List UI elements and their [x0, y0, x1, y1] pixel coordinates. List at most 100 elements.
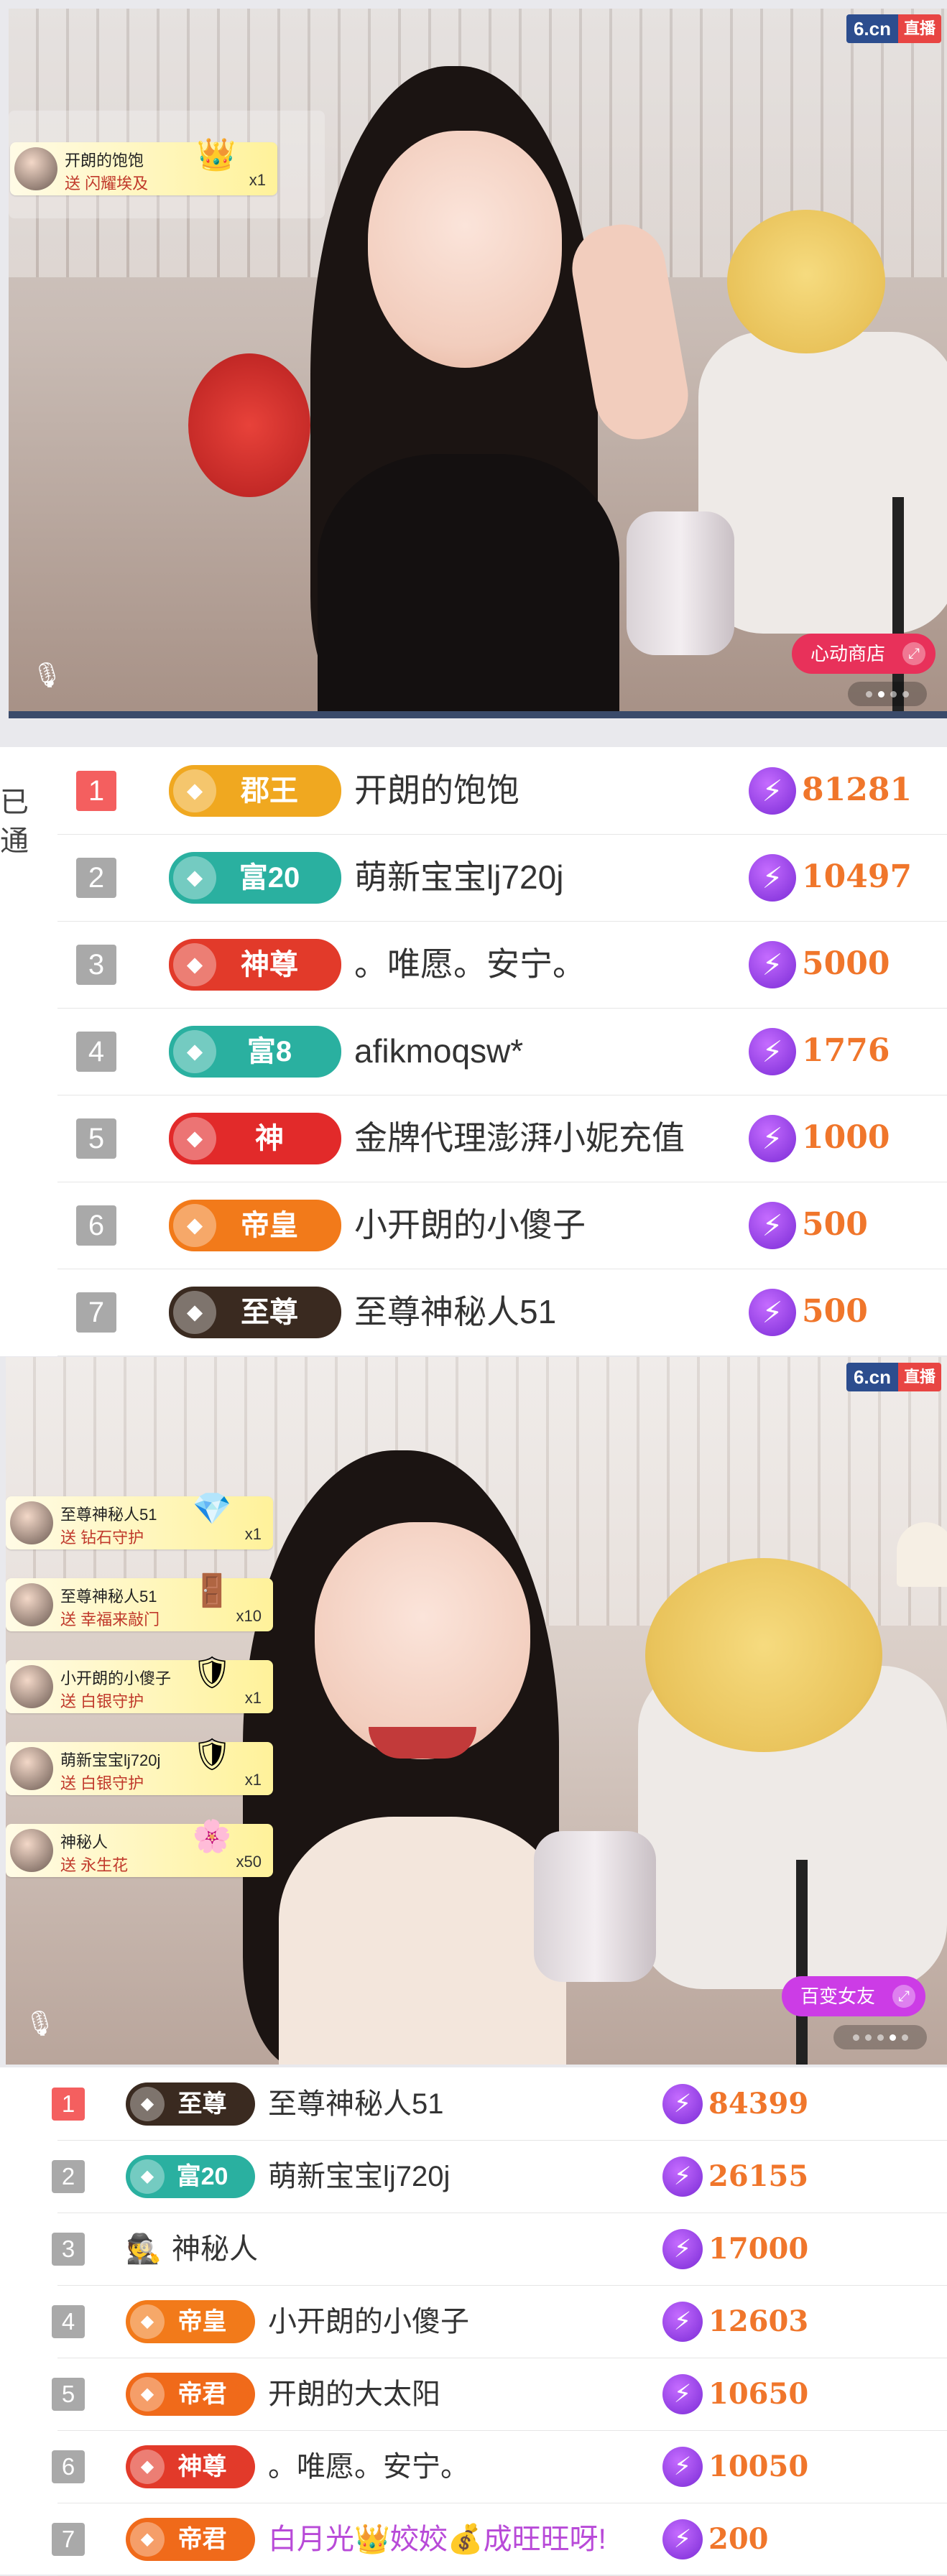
carousel-dot[interactable] [890, 690, 897, 698]
badge-label: 富8 [246, 1035, 292, 1067]
level-badge: ◆ 富20 [169, 851, 341, 904]
rank-number: 7 [76, 1292, 116, 1333]
rank-number: 7 [52, 2522, 85, 2556]
carousel-dot[interactable] [902, 690, 909, 698]
username[interactable]: 金牌代理澎湃小妮充值 [354, 1118, 685, 1158]
ranking-row[interactable]: 3 🕵 神秘人 ⚡ 17000 [52, 2213, 947, 2286]
ranking-row[interactable]: 4 ◆ 帝皇 小开朗的小傻子 ⚡ 12603 [52, 2285, 947, 2358]
shop-button[interactable]: 心动商店 ⤢ [791, 634, 936, 674]
gift-name: 送 闪耀埃及 [65, 175, 149, 193]
badge-emblem-icon: ◆ [130, 2449, 165, 2484]
gift-notice: 至尊神秘人51 送 幸福来敲门 🚪 x10 [6, 1573, 273, 1631]
badge-emblem-icon: ◆ [173, 1290, 216, 1334]
username[interactable]: 开朗的大太阳 [268, 2377, 440, 2411]
badge-label: 神 [255, 1122, 284, 1154]
mystery-user-icon: 🕵 [126, 2233, 162, 2265]
level-badge: ◆ 帝君 [126, 2372, 255, 2416]
carousel-dot[interactable] [852, 2034, 859, 2041]
carousel-dot[interactable] [866, 690, 872, 698]
badge-label: 帝皇 [241, 1209, 298, 1241]
avatar [10, 1501, 53, 1544]
badge-label: 神尊 [177, 2452, 227, 2480]
username[interactable]: 。唯愿。安宁。 [268, 2450, 469, 2484]
gift-name: 送 白银守护 [60, 1692, 144, 1710]
gift-notice: 至尊神秘人51 送 钻石守护 💎 x1 [6, 1491, 273, 1549]
microphone-icon[interactable]: 🎙 [24, 2009, 55, 2042]
ranking-row[interactable]: 7 ◆ 至尊 至尊神秘人51 ⚡ 500 [57, 1269, 947, 1356]
contribution-score: 26155 [708, 2159, 809, 2193]
shop-button-label: 心动商店 [810, 643, 885, 664]
username[interactable]: 至尊神秘人51 [354, 1292, 556, 1332]
username[interactable]: 白月光👑姣姣💰成旺旺呀! [268, 2522, 606, 2557]
level-badge: ◆ 郡王 [169, 764, 341, 817]
badge-emblem-icon: ◆ [130, 2304, 165, 2339]
lightning-icon: ⚡ [749, 1288, 796, 1336]
contribution-score: 10050 [708, 2449, 809, 2483]
lamp [897, 1522, 947, 1587]
badge-emblem-icon: ◆ [173, 942, 216, 986]
rank-number: 5 [76, 1118, 116, 1159]
username[interactable]: 至尊神秘人51 [268, 2087, 444, 2121]
red-plush-toy [188, 353, 310, 497]
rank-number: 1 [76, 770, 116, 811]
left-edge-char: 已 [0, 787, 29, 818]
username[interactable]: 开朗的饱饱 [354, 771, 519, 810]
microphone-icon[interactable]: 🎙 [32, 661, 63, 694]
ranking-row[interactable]: 2 ◆ 富20 萌新宝宝lj720j ⚡ 26155 [52, 2140, 947, 2213]
username[interactable]: 神秘人 [172, 2232, 258, 2266]
carousel-dots[interactable] [848, 682, 927, 706]
flower-gift-icon: 🌸 [192, 1819, 232, 1854]
gift-count: x50 [236, 1853, 262, 1871]
host-face [368, 131, 562, 368]
carousel-dot[interactable] [864, 2034, 872, 2041]
carousel-dot[interactable] [901, 2034, 908, 2041]
badge-label: 至尊 [177, 2090, 227, 2118]
lightning-icon: ⚡ [662, 2446, 703, 2487]
lightning-icon: ⚡ [662, 2301, 703, 2342]
rank-number: 5 [52, 2377, 85, 2411]
rank-number: 4 [52, 2304, 85, 2338]
carousel-dot[interactable] [877, 2034, 884, 2041]
ranking-row[interactable]: 6 ◆ 帝皇 小开朗的小傻子 ⚡ 500 [57, 1182, 947, 1269]
username[interactable]: afikmoqsw* [354, 1032, 523, 1071]
teddy-bear [645, 1558, 882, 1752]
contribution-score: 12603 [708, 2304, 809, 2338]
live-video-bottom[interactable]: 6.cn 直播 至尊神秘人51 送 钻石守护 💎 x1 至尊神秘人51 送 幸福来敲门 🚪 x… [6, 1357, 947, 2065]
username[interactable]: 小开朗的小傻子 [354, 1205, 586, 1245]
username[interactable]: 萌新宝宝lj720j [354, 858, 563, 897]
sofa [698, 332, 947, 634]
ranking-row[interactable]: 6 ◆ 神尊 。唯愿。安宁。 ⚡ 10050 [52, 2430, 947, 2503]
gift-name: 送 永生花 [60, 1856, 129, 1874]
shop-button[interactable]: 百变女友 ⤢ [781, 1976, 925, 2016]
carousel-dot[interactable] [878, 690, 884, 698]
username[interactable]: 萌新宝宝lj720j [268, 2159, 450, 2194]
gift-count: x1 [244, 1689, 262, 1707]
ranking-row[interactable]: 2 ◆ 富20 萌新宝宝lj720j ⚡ 10497 [57, 834, 947, 922]
gift-sender-name: 小开朗的小傻子 [60, 1669, 172, 1687]
contribution-score: 5000 [802, 945, 890, 983]
rank-number: 6 [76, 1205, 116, 1246]
badge-emblem-icon: ◆ [173, 1203, 216, 1247]
ranking-row[interactable]: 3 ◆ 神尊 。唯愿。安宁。 ⚡ 5000 [57, 921, 947, 1009]
contribution-score: 1000 [802, 1119, 890, 1157]
username[interactable]: 。唯愿。安宁。 [354, 945, 586, 984]
ranking-row[interactable]: 1 ◆ 郡王 开朗的饱饱 ⚡ 81281 [57, 747, 947, 835]
username[interactable]: 小开朗的小傻子 [268, 2304, 469, 2339]
ranking-row[interactable]: 7 ◆ 帝君 白月光👑姣姣💰成旺旺呀! ⚡ 200 [52, 2503, 947, 2576]
ranking-row[interactable]: 5 ◆ 神金牌代理澎湃小妮充值 ⚡ 1000 [57, 1095, 947, 1182]
gift-name: 送 钻石守护 [60, 1529, 144, 1547]
rank-number: 6 [52, 2450, 85, 2483]
ranking-row[interactable]: 1 ◆ 至尊 至尊神秘人51 ⚡ 84399 [52, 2067, 947, 2141]
badge-label: 富20 [239, 861, 300, 894]
contribution-score: 81281 [802, 772, 913, 809]
ranking-row[interactable]: 4 ◆ 富8 afikmoqsw* ⚡ 1776 [57, 1008, 947, 1095]
ranking-row[interactable]: 5 ◆ 帝君 开朗的大太阳 ⚡ 10650 [52, 2358, 947, 2431]
carousel-dot[interactable] [889, 2034, 896, 2041]
badge-label: 神尊 [241, 948, 298, 981]
level-badge: ◆ 神 [169, 1112, 341, 1164]
badge-label: 富20 [176, 2162, 228, 2190]
carousel-dots[interactable] [833, 2025, 927, 2049]
live-video-top[interactable]: 6.cn 直播 开朗的饱饱 送 闪耀埃及 👑 x1 🎙 心动商店 ⤢ [9, 9, 947, 716]
rank-number: 4 [76, 1031, 116, 1072]
host-face [315, 1522, 530, 1759]
